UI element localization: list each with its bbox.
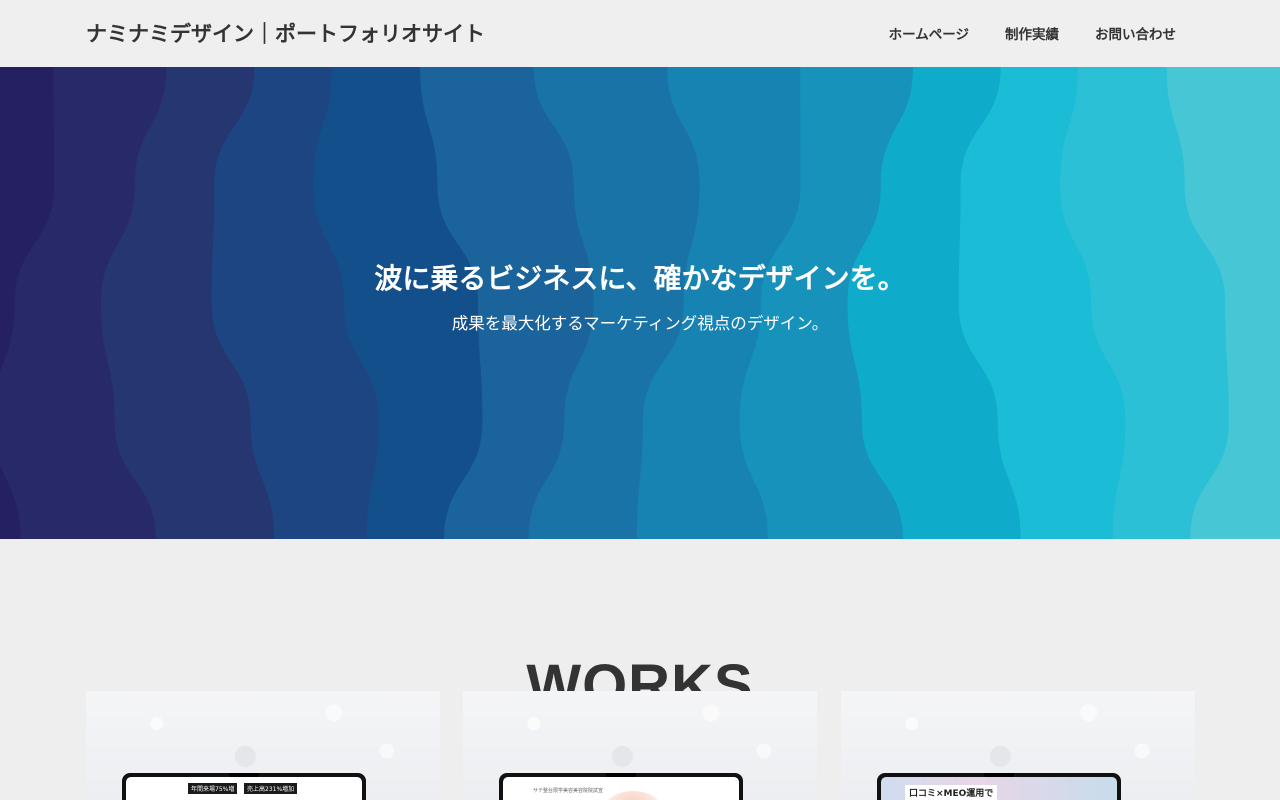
work-thumbnail: 口コミ×MEO運用で xyxy=(881,777,1117,800)
work-card-1[interactable]: 年間来場75%増 売上高231%増加 xyxy=(86,691,440,800)
thumbnail-tag: 売上高231%増加 xyxy=(244,783,298,794)
work-thumbnail: 年間来場75%増 売上高231%増加 xyxy=(126,777,362,800)
hero-section: 波に乗るビジネスに、確かなデザインを。 成果を最大化するマーケティング視点のデザ… xyxy=(0,67,1280,539)
work-card-2[interactable]: サテ整台限学美容美容院院試宣 xyxy=(463,691,817,800)
work-card-3[interactable]: 口コミ×MEO運用で xyxy=(841,691,1195,800)
nav-link-contact[interactable]: お問い合わせ xyxy=(1095,23,1176,43)
main-nav: ホームページ 制作実績 お問い合わせ xyxy=(889,23,1176,43)
thumbnail-headline: 口コミ×MEO運用で xyxy=(905,785,998,800)
site-title[interactable]: ナミナミデザイン｜ポートフォリオサイト xyxy=(86,18,485,48)
thumbnail-tag: 年間来場75%増 xyxy=(188,783,238,794)
hero-subtitle: 成果を最大化するマーケティング視点のデザイン。 xyxy=(451,314,829,333)
site-header: ナミナミデザイン｜ポートフォリオサイト ホームページ 制作実績 お問い合わせ xyxy=(0,0,1280,67)
hero-title: 波に乗るビジネスに、確かなデザインを。 xyxy=(374,262,906,295)
nav-link-works[interactable]: 制作実績 xyxy=(1005,23,1059,43)
nav-link-home[interactable]: ホームページ xyxy=(889,23,969,43)
laptop-mockup: 口コミ×MEO運用で xyxy=(877,773,1121,800)
laptop-mockup: サテ整台限学美容美容院院試宣 xyxy=(499,773,743,800)
laptop-mockup: 年間来場75%増 売上高231%増加 xyxy=(122,773,366,800)
thumbnail-caption: サテ整台限学美容美容院院試宣 xyxy=(533,788,604,794)
work-thumbnail: サテ整台限学美容美容院院試宣 xyxy=(503,777,739,800)
